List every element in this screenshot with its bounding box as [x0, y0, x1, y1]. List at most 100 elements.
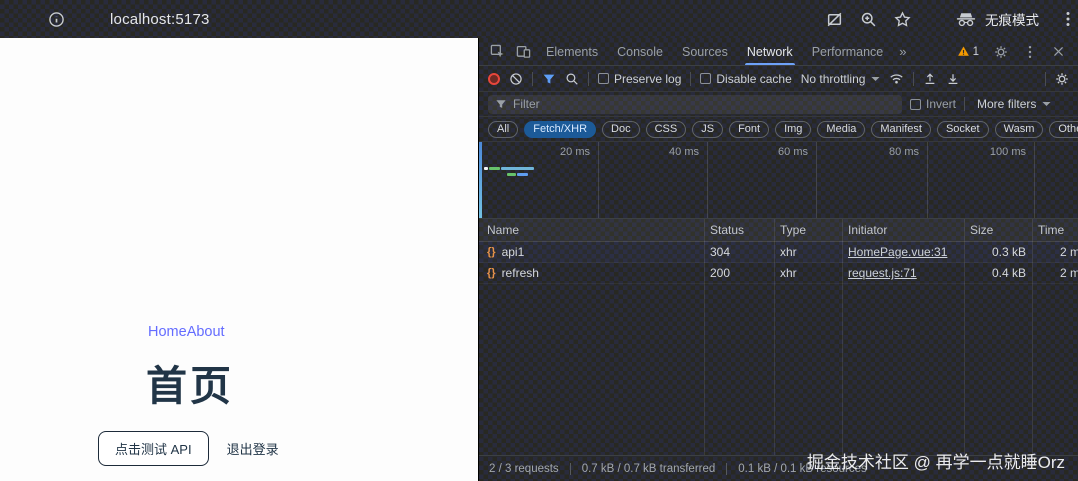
tab-sources[interactable]: Sources	[673, 38, 737, 65]
chip-media[interactable]: Media	[817, 121, 865, 138]
chip-css[interactable]: CSS	[646, 121, 687, 138]
network-overview-timeline[interactable]: 20 ms 40 ms 60 ms 80 ms 100 ms	[479, 142, 1078, 219]
app-page: HomeAbout 首页 点击测试 API 退出登录	[0, 38, 478, 481]
chip-fetch-xhr[interactable]: Fetch/XHR	[524, 121, 596, 138]
filter-input-box[interactable]	[488, 95, 902, 114]
column-divider[interactable]	[842, 219, 843, 455]
devtools-close-icon[interactable]	[1047, 45, 1070, 58]
export-har-icon[interactable]	[946, 72, 960, 86]
chip-wasm[interactable]: Wasm	[995, 121, 1044, 138]
tab-console[interactable]: Console	[608, 38, 672, 65]
divider	[1045, 72, 1046, 86]
network-search-icon[interactable]	[565, 72, 579, 86]
send-icon[interactable]	[826, 11, 843, 28]
invert-filter-checkbox[interactable]: Invert	[910, 97, 956, 111]
zoom-search-icon[interactable]	[860, 11, 877, 28]
divider	[532, 72, 533, 86]
clear-network-log-icon[interactable]	[509, 72, 523, 86]
bookmark-star-icon[interactable]	[894, 11, 911, 28]
checkbox-icon[interactable]	[910, 99, 921, 110]
browser-menu-icon[interactable]	[1066, 11, 1070, 27]
preserve-log-checkbox[interactable]: Preserve log	[598, 72, 681, 86]
tab-elements[interactable]: Elements	[537, 38, 607, 65]
initiator-link[interactable]: request.js:71	[848, 266, 917, 280]
incognito-label: 无痕模式	[985, 9, 1039, 29]
request-type: xhr	[774, 266, 842, 280]
column-divider[interactable]	[964, 219, 965, 455]
requests-table: Name Status Type Initiator Size Time {} …	[479, 219, 1078, 455]
record-network-log-icon[interactable]	[488, 73, 500, 85]
transferred-summary: 0.7 kB / 0.7 kB transferred	[582, 463, 716, 475]
tab-network[interactable]: Network	[738, 38, 802, 65]
filter-toggle-icon[interactable]	[542, 72, 556, 86]
address-bar[interactable]: localhost:5173	[0, 11, 210, 28]
chip-all[interactable]: All	[488, 121, 518, 138]
issues-warning-badge[interactable]: 1	[957, 45, 979, 58]
divider	[570, 463, 571, 475]
checkbox-icon[interactable]	[598, 73, 609, 84]
timeline-gridline	[1034, 142, 1035, 218]
initiator-link[interactable]: HomePage.vue:31	[848, 245, 947, 259]
inspect-element-icon[interactable]	[485, 44, 510, 59]
warning-triangle-icon	[957, 45, 970, 58]
screen: localhost:5173	[0, 0, 1078, 481]
chip-other[interactable]: Other	[1049, 121, 1078, 138]
network-filterbar: Invert More filters	[479, 92, 1078, 117]
logout-button[interactable]: 退出登录	[221, 433, 285, 464]
browser-topbar: localhost:5173	[0, 0, 1078, 38]
test-api-button[interactable]: 点击测试 API	[98, 431, 209, 466]
address-url[interactable]: localhost:5173	[110, 11, 210, 28]
request-time: 2 ms	[1032, 266, 1078, 280]
timeline-tick: 80 ms	[849, 146, 919, 158]
column-header-size[interactable]: Size	[964, 223, 1032, 237]
preserve-log-label: Preserve log	[614, 72, 681, 86]
checkbox-icon[interactable]	[700, 73, 711, 84]
divider	[964, 97, 965, 111]
incognito-icon	[956, 12, 976, 27]
column-header-time[interactable]: Time	[1032, 223, 1078, 237]
disable-cache-checkbox[interactable]: Disable cache	[700, 72, 791, 86]
table-header-row: Name Status Type Initiator Size Time	[479, 219, 1078, 242]
chip-doc[interactable]: Doc	[602, 121, 640, 138]
request-name-cell[interactable]: {} api1	[479, 245, 704, 259]
chip-img[interactable]: Img	[775, 121, 811, 138]
column-divider[interactable]	[704, 219, 705, 455]
throttling-value: No throttling	[801, 72, 866, 86]
column-header-type[interactable]: Type	[774, 223, 842, 237]
nav-about-link[interactable]: About	[187, 324, 225, 340]
request-name: api1	[502, 245, 525, 259]
chip-js[interactable]: JS	[692, 121, 723, 138]
tab-performance[interactable]: Performance	[803, 38, 893, 65]
column-divider[interactable]	[1032, 219, 1033, 455]
nav-home-link[interactable]: Home	[148, 324, 187, 340]
chip-manifest[interactable]: Manifest	[871, 121, 931, 138]
chip-socket[interactable]: Socket	[937, 121, 989, 138]
chevron-down-icon	[871, 76, 880, 82]
devtools-settings-icon[interactable]	[989, 45, 1013, 59]
chip-font[interactable]: Font	[729, 121, 769, 138]
request-name-cell[interactable]: {} refresh	[479, 266, 704, 280]
network-settings-icon[interactable]	[1055, 72, 1069, 86]
more-filters-button[interactable]: More filters	[977, 97, 1051, 111]
timeline-tick: 20 ms	[520, 146, 590, 158]
more-tabs-icon[interactable]: »	[893, 44, 912, 59]
site-info-icon[interactable]	[48, 11, 65, 28]
table-row[interactable]: {} api1 304 xhr HomePage.vue:31 0.3 kB 2…	[479, 242, 1078, 263]
column-header-initiator[interactable]: Initiator	[842, 223, 964, 237]
column-header-name[interactable]: Name	[479, 223, 704, 237]
devtools-menu-icon[interactable]	[1023, 45, 1037, 59]
request-status: 200	[704, 266, 774, 280]
column-header-status[interactable]: Status	[704, 223, 774, 237]
chevron-down-icon	[1042, 101, 1051, 107]
device-toolbar-icon[interactable]	[511, 44, 536, 59]
import-har-icon[interactable]	[923, 72, 937, 86]
throttling-select[interactable]: No throttling	[801, 72, 881, 86]
network-conditions-icon[interactable]	[889, 72, 904, 85]
filter-input[interactable]	[513, 97, 895, 111]
table-row[interactable]: {} refresh 200 xhr request.js:71 0.4 kB …	[479, 263, 1078, 284]
column-divider[interactable]	[774, 219, 775, 455]
divider	[913, 72, 914, 86]
network-toolbar: Preserve log Disable cache No throttling	[479, 66, 1078, 92]
requests-summary[interactable]: 2 / 3 requests	[489, 463, 559, 475]
divider	[726, 463, 727, 475]
